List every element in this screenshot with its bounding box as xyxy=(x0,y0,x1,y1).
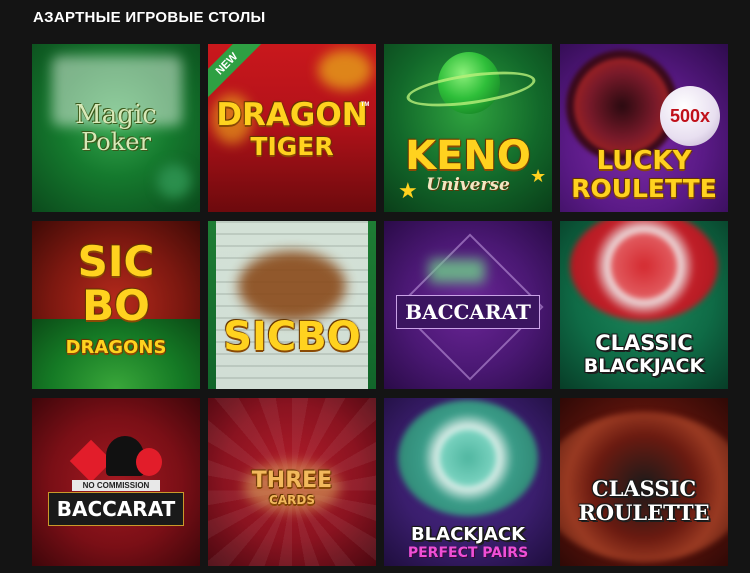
card-art xyxy=(429,259,485,283)
chip-art xyxy=(398,400,538,516)
game-tile-dragon-tiger[interactable]: NEW DRAGON TM TIGER xyxy=(208,44,376,212)
game-title-line-1: THREE xyxy=(251,468,333,493)
game-tile-baccarat[interactable]: BACCARAT xyxy=(384,221,552,389)
game-title-line-1: Magic xyxy=(75,100,157,130)
game-title-line-1: LUCKY xyxy=(596,146,692,176)
star-icon: ★ xyxy=(530,166,547,186)
game-tile-keno-universe[interactable]: KENO Universe ★ ★ xyxy=(384,44,552,212)
game-title-line-1: KENO xyxy=(405,133,531,179)
game-title-plate: BACCARAT xyxy=(396,295,540,329)
game-title-line-1: CLASSIC xyxy=(595,331,693,355)
no-commission-label: NO COMMISSION xyxy=(72,480,160,491)
game-tile-lucky-roulette[interactable]: 500x LUCKY ROULETTE xyxy=(560,44,728,212)
game-title-line-1: BLACKJACK xyxy=(410,524,526,545)
dragon-art xyxy=(318,50,372,90)
game-title-line-2: PERFECT PAIRS xyxy=(407,545,529,561)
game-title-line-2: ROULETTE xyxy=(578,500,710,525)
game-title-line-1: SICBO xyxy=(223,314,361,360)
game-title-line-2: Poker xyxy=(81,128,151,156)
game-grid: Magic Poker NEW DRAGON TM TIGER KENO Uni… xyxy=(32,44,728,566)
game-tile-sic-bo-dragons[interactable]: SIC BO DRAGONS xyxy=(32,221,200,389)
game-title-plate: BACCARAT xyxy=(48,492,184,526)
multiplier-badge: 500x xyxy=(660,86,720,146)
chip-art xyxy=(570,221,718,321)
game-tile-classic-roulette[interactable]: CLASSIC ROULETTE xyxy=(560,398,728,566)
game-tile-three-cards[interactable]: THREE CARDS xyxy=(208,398,376,566)
chip-art xyxy=(157,164,191,198)
section-title: АЗАРТНЫЕ ИГРОВЫЕ СТОЛЫ xyxy=(33,9,266,26)
game-tile-no-commission-baccarat[interactable]: NO COMMISSION BACCARAT xyxy=(32,398,200,566)
game-title-line-2: BLACKJACK xyxy=(583,355,705,377)
suits-art xyxy=(69,436,162,483)
game-title-line-2: ROULETTE xyxy=(571,174,717,203)
game-title-line-1: SIC xyxy=(77,237,155,286)
star-icon: ★ xyxy=(398,178,418,203)
bowl-art xyxy=(238,251,346,321)
game-tile-blackjack-perfect-pairs[interactable]: BLACKJACK PERFECT PAIRS xyxy=(384,398,552,566)
card-suit-icon xyxy=(136,448,162,476)
game-title-line-1: CLASSIC xyxy=(591,476,697,501)
game-tile-magic-poker[interactable]: Magic Poker xyxy=(32,44,200,212)
game-tile-classic-blackjack[interactable]: CLASSIC BLACKJACK xyxy=(560,221,728,389)
game-title-line-2: BO xyxy=(82,281,150,330)
game-title-line-3: DRAGONS xyxy=(65,337,167,358)
game-title-line-2: CARDS xyxy=(269,493,315,507)
game-tile-sicbo[interactable]: SICBO xyxy=(208,221,376,389)
trademark-mark: TM xyxy=(360,102,370,108)
game-title-line-2: TIGER xyxy=(250,132,334,161)
game-title-line-1: DRAGON xyxy=(216,97,368,133)
